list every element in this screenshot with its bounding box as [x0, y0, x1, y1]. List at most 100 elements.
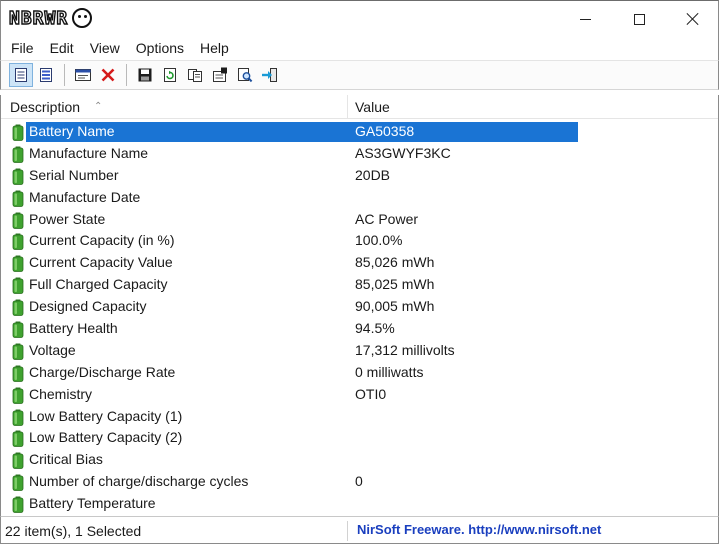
- list-item[interactable]: Current Capacity Value 85,026 mWh: [1, 252, 718, 274]
- battery-icon: [12, 409, 24, 426]
- item-value: 100.0%: [355, 232, 403, 249]
- nirsoft-link[interactable]: NirSoft Freeware. http://www.nirsoft.net: [357, 517, 601, 543]
- battery-icon: [12, 255, 24, 273]
- copy-icon: [188, 69, 202, 82]
- minimize-icon: [579, 18, 591, 20]
- list-item[interactable]: Low Battery Capacity (2): [1, 427, 718, 449]
- item-description: Full Charged Capacity: [29, 276, 168, 293]
- column-header-description-label: Description: [10, 99, 81, 115]
- close-button[interactable]: [666, 1, 719, 37]
- battery-icon: [12, 233, 24, 251]
- battery-icon: [12, 365, 24, 382]
- item-description: Current Capacity Value: [29, 254, 173, 271]
- close-icon: [687, 13, 699, 25]
- delete-icon: [101, 68, 115, 82]
- item-description: Power State: [29, 210, 106, 227]
- item-value: 20DB: [355, 166, 391, 183]
- copy-button[interactable]: [183, 63, 207, 87]
- item-description: Voltage: [29, 341, 76, 358]
- item-value: 0 milliwatts: [355, 363, 424, 380]
- html-report-button[interactable]: [9, 63, 33, 87]
- column-header-description[interactable]: Description ​⌃: [1, 95, 348, 119]
- battery-icon: [12, 212, 24, 229]
- item-description: Manufacture Date: [29, 188, 141, 205]
- menu-view[interactable]: View: [82, 37, 128, 59]
- list-item[interactable]: Manufacture Name AS3GWYF3KC: [1, 143, 718, 165]
- menu-options[interactable]: Options: [128, 37, 192, 59]
- refresh-icon: [164, 68, 176, 82]
- item-description: Critical Bias: [29, 451, 103, 468]
- list-item[interactable]: Low Battery Capacity (1): [1, 406, 718, 428]
- item-description: Charge/Discharge Rate: [29, 363, 176, 380]
- sort-ascending-icon: ​⌃: [94, 101, 103, 112]
- exit-button[interactable]: [258, 63, 282, 87]
- html-report-all-button[interactable]: [34, 63, 58, 87]
- html-report-icon: [15, 68, 27, 82]
- list-header: Description ​⌃ Value: [1, 95, 718, 119]
- find-icon: [238, 68, 253, 83]
- battery-icon: [12, 343, 24, 360]
- list-item[interactable]: Current Capacity (in %) 100.0%: [1, 230, 718, 252]
- menu-file[interactable]: File: [3, 37, 42, 59]
- list-item[interactable]: Chemistry OTI0: [1, 384, 718, 406]
- list-item[interactable]: Power State AC Power: [1, 209, 718, 231]
- save-icon: [138, 68, 152, 82]
- minimize-button[interactable]: [558, 1, 612, 37]
- item-description: Number of charge/discharge cycles: [29, 473, 249, 490]
- battery-icon: [12, 321, 24, 338]
- maximize-icon: [633, 13, 645, 25]
- item-description: Battery Health: [29, 320, 118, 337]
- toolbar-separator: [64, 64, 65, 86]
- battery-icon: [12, 496, 24, 514]
- battery-icon: [12, 474, 24, 492]
- html-report-all-icon: [40, 68, 52, 82]
- list-item[interactable]: Battery Name GA50358: [1, 121, 718, 143]
- find-button[interactable]: [233, 63, 257, 87]
- item-description: Battery Name: [29, 123, 115, 139]
- save-button[interactable]: [133, 63, 157, 87]
- smiley-icon: [72, 8, 93, 28]
- menu-edit[interactable]: Edit: [42, 37, 82, 59]
- item-value: AS3GWYF3KC: [355, 144, 451, 161]
- battery-icon: [12, 190, 24, 207]
- item-description: Chemistry: [29, 385, 93, 402]
- item-description: Battery Temperature: [29, 495, 156, 512]
- battery-icon: [12, 430, 24, 448]
- exit-icon: [262, 68, 277, 82]
- item-value: 17,312 millivolts: [355, 341, 455, 358]
- battery-info-list[interactable]: Description ​⌃ Value Battery Name GA50358…: [0, 95, 719, 516]
- list-item[interactable]: Manufacture Date: [1, 187, 718, 209]
- column-header-value[interactable]: Value: [348, 95, 718, 119]
- item-description: Current Capacity (in %): [29, 232, 175, 249]
- app-logo: NBRWR: [8, 5, 149, 31]
- properties-icon: [75, 69, 91, 81]
- list-item[interactable]: Serial Number 20DB: [1, 165, 718, 187]
- status-item-count: 22 item(s), 1 Selected: [5, 523, 142, 539]
- list-item[interactable]: Full Charged Capacity 85,025 mWh: [1, 274, 718, 296]
- list-item[interactable]: Battery Health 94.5%: [1, 318, 718, 340]
- list-item[interactable]: Battery Temperature: [1, 493, 718, 515]
- maximize-button[interactable]: [612, 1, 666, 37]
- item-value: 85,026 mWh: [355, 254, 435, 271]
- list-item[interactable]: Number of charge/discharge cycles 0: [1, 471, 718, 493]
- battery-icon: [12, 277, 24, 295]
- list-item[interactable]: Charge/Discharge Rate 0 milliwatts: [1, 362, 718, 384]
- item-value: 0: [355, 473, 363, 490]
- menu-help[interactable]: Help: [192, 37, 237, 59]
- battery-icon: [12, 146, 24, 163]
- item-value: 85,025 mWh: [355, 276, 435, 293]
- battery-icon: [12, 168, 24, 185]
- column-header-value-label: Value: [355, 99, 390, 115]
- options-button[interactable]: [208, 63, 232, 87]
- options-icon: [213, 67, 227, 82]
- delete-button[interactable]: [96, 63, 120, 87]
- battery-icon: [12, 124, 24, 141]
- list-item[interactable]: Designed Capacity 90,005 mWh: [1, 296, 718, 318]
- list-rows: Battery Name GA50358 Manufacture Name AS3GW…: [1, 121, 718, 515]
- item-value: AC Power: [355, 210, 419, 227]
- properties-button[interactable]: [71, 63, 95, 87]
- list-item[interactable]: Critical Bias: [1, 449, 718, 471]
- list-item[interactable]: Voltage 17,312 millivolts: [1, 340, 718, 362]
- refresh-button[interactable]: [158, 63, 182, 87]
- toolbar-separator: [126, 64, 127, 86]
